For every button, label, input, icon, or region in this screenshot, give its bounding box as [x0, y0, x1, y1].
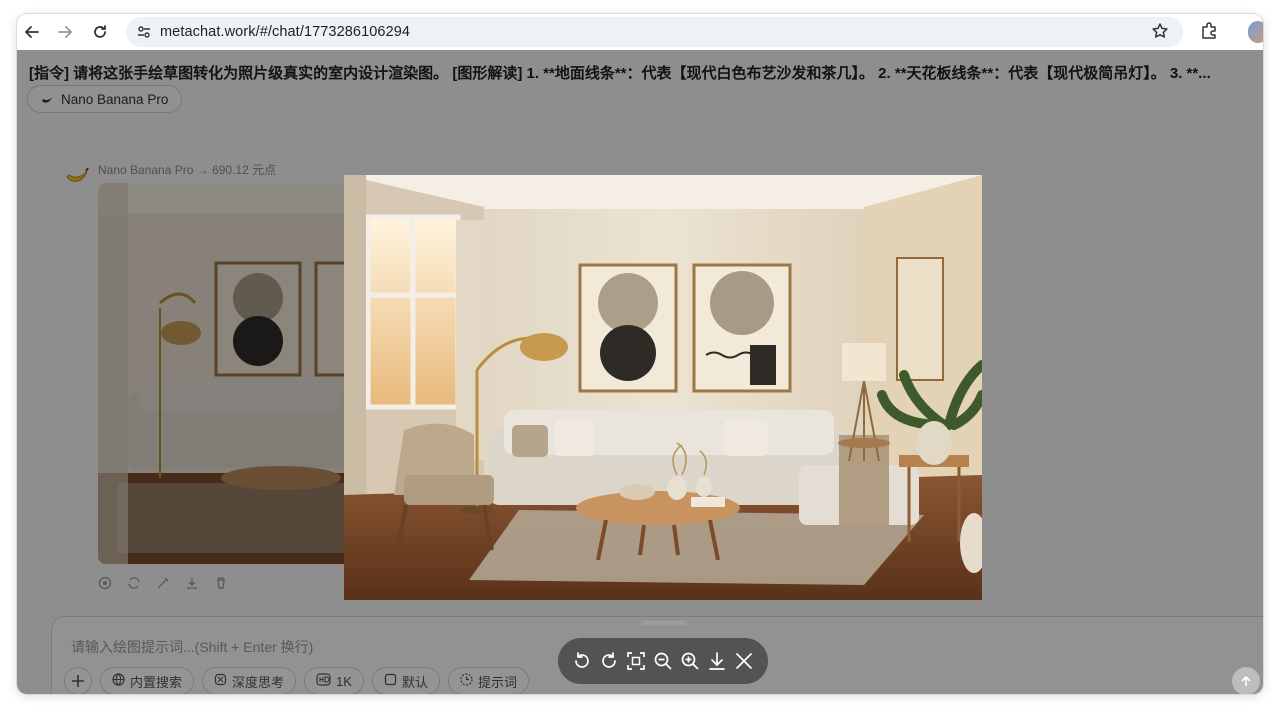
profile-avatar-icon[interactable] — [1248, 21, 1263, 43]
forward-arrow-icon[interactable] — [54, 21, 76, 43]
browser-window: metachat.work/#/chat/1773286106294 [指令] … — [17, 14, 1263, 694]
zoom-out-icon[interactable] — [653, 651, 673, 671]
close-icon[interactable] — [734, 651, 754, 671]
site-settings-icon[interactable] — [137, 25, 151, 39]
zoom-in-icon[interactable] — [680, 651, 700, 671]
bookmark-star-icon[interactable] — [1151, 22, 1171, 42]
lightbox-image[interactable] — [344, 175, 982, 600]
download-icon[interactable] — [707, 651, 727, 671]
url-text[interactable]: metachat.work/#/chat/1773286106294 — [160, 24, 410, 40]
rotate-left-icon[interactable] — [572, 651, 592, 671]
browser-toolbar: metachat.work/#/chat/1773286106294 — [17, 14, 1263, 50]
back-arrow-icon[interactable] — [21, 21, 43, 43]
address-bar[interactable]: metachat.work/#/chat/1773286106294 — [126, 17, 1183, 47]
fit-screen-icon[interactable] — [626, 651, 646, 671]
extensions-icon[interactable] — [1200, 22, 1220, 42]
send-button[interactable] — [1232, 667, 1260, 694]
reload-icon[interactable] — [89, 21, 111, 43]
rotate-right-icon[interactable] — [599, 651, 619, 671]
image-viewer-toolbar — [558, 638, 768, 684]
drag-handle[interactable] — [641, 621, 687, 625]
